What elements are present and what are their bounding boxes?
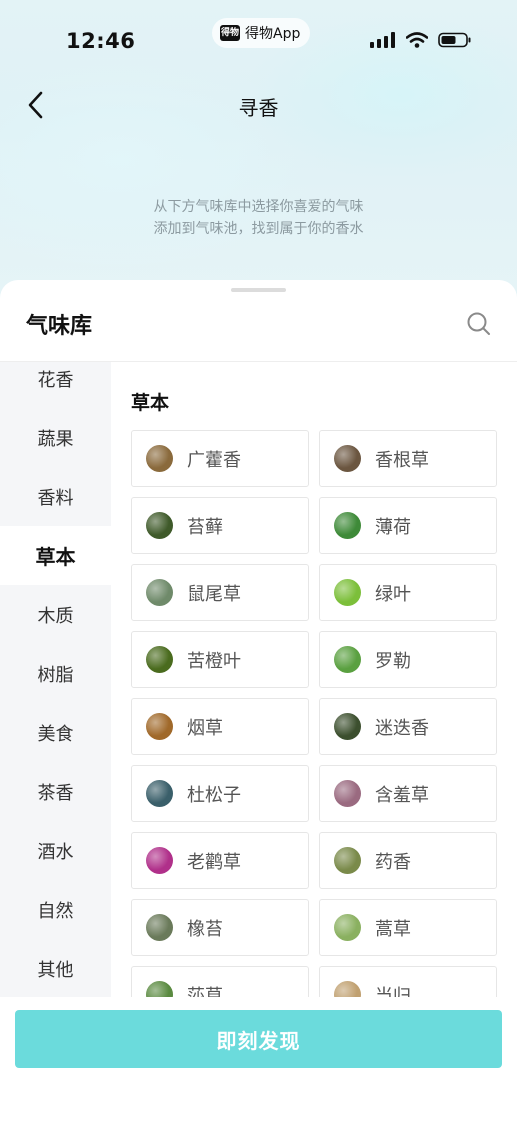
status-time: 12:46 (66, 29, 136, 53)
scent-thumbnail (334, 847, 361, 874)
app-logo-icon: 得物 (220, 25, 240, 41)
scent-thumbnail (334, 981, 361, 997)
scent-thumbnail (146, 847, 173, 874)
scent-label: 老鹳草 (187, 851, 241, 873)
scent-thumbnail (334, 445, 361, 472)
scent-tile[interactable]: 薄荷 (319, 497, 497, 554)
scent-thumbnail (146, 914, 173, 941)
category-sidebar: 花香 蔬果 香料 草本 木质 树脂 美食 茶香 酒水 自然 其他 (0, 362, 111, 997)
scent-tile[interactable]: 老鹳草 (131, 832, 309, 889)
section-title: 草本 (131, 392, 170, 414)
sheet-header: 气味库 (0, 280, 517, 362)
scent-thumbnail (146, 646, 173, 673)
scent-label: 苔藓 (187, 516, 223, 538)
scent-label: 罗勒 (375, 650, 411, 672)
status-bar: 12:46 得物 得物App (0, 0, 517, 80)
scent-tile[interactable]: 含羞草 (319, 765, 497, 822)
scent-tile[interactable]: 当归 (319, 966, 497, 997)
scent-thumbnail (146, 445, 173, 472)
scent-tile[interactable]: 绿叶 (319, 564, 497, 621)
scent-thumbnail (334, 914, 361, 941)
scent-label: 鼠尾草 (187, 583, 241, 605)
scent-thumbnail (334, 512, 361, 539)
scent-thumbnail (334, 646, 361, 673)
search-button[interactable] (465, 310, 493, 338)
scent-thumbnail (334, 579, 361, 606)
scent-thumbnail (334, 780, 361, 807)
category-item[interactable]: 美食 (0, 703, 111, 762)
scent-library-sheet: 气味库 花香 蔬果 香料 草本 木质 树脂 美食 茶香 酒水 自然 其他 草本 广藿香 香根草 苔藓 薄荷… (0, 280, 517, 1124)
scent-thumbnail (146, 780, 173, 807)
wifi-icon (406, 32, 428, 48)
scent-tile[interactable]: 杜松子 (131, 765, 309, 822)
scent-label: 药香 (375, 851, 411, 873)
scent-tile[interactable]: 橡苔 (131, 899, 309, 956)
scent-tile[interactable]: 烟草 (131, 698, 309, 755)
library-title: 气味库 (26, 314, 93, 339)
scent-tile[interactable]: 罗勒 (319, 631, 497, 688)
scent-label: 含羞草 (375, 784, 429, 806)
scent-label: 绿叶 (375, 583, 411, 605)
category-item[interactable]: 酒水 (0, 821, 111, 880)
scent-tile[interactable]: 蒿草 (319, 899, 497, 956)
scent-tile[interactable]: 鼠尾草 (131, 564, 309, 621)
page-title: 寻香 (238, 96, 279, 120)
scent-thumbnail (146, 579, 173, 606)
status-icons (370, 32, 472, 48)
search-icon (467, 312, 490, 335)
category-item[interactable]: 木质 (0, 585, 111, 644)
app-badge[interactable]: 得物 得物App (212, 18, 311, 48)
category-item[interactable]: 其他 (0, 939, 111, 997)
scent-label: 广藿香 (187, 449, 241, 471)
scent-label: 杜松子 (187, 784, 241, 806)
scent-tile[interactable]: 莎草 (131, 966, 309, 997)
category-item[interactable]: 自然 (0, 880, 111, 939)
scent-label: 烟草 (187, 717, 223, 739)
scent-tile[interactable]: 迷迭香 (319, 698, 497, 755)
category-item[interactable]: 茶香 (0, 762, 111, 821)
scent-label: 橡苔 (187, 918, 223, 940)
category-item[interactable]: 草本 (0, 526, 111, 585)
scent-label: 薄荷 (375, 516, 411, 538)
battery-icon (438, 32, 471, 48)
category-item[interactable]: 花香 (0, 362, 111, 408)
category-item[interactable]: 香料 (0, 467, 111, 526)
discover-button[interactable]: 即刻发现 (15, 1010, 502, 1068)
scent-label: 莎草 (187, 985, 223, 998)
app-badge-label: 得物App (245, 26, 301, 42)
scent-label: 香根草 (375, 449, 429, 471)
scent-tile[interactable]: 苔藓 (131, 497, 309, 554)
scent-tile[interactable]: 药香 (319, 832, 497, 889)
scent-thumbnail (146, 512, 173, 539)
category-item[interactable]: 树脂 (0, 644, 111, 703)
scent-tile[interactable]: 广藿香 (131, 430, 309, 487)
hint-text: 从下方气味库中选择你喜爱的气味 添加到气味池，找到属于你的香水 (0, 196, 517, 240)
hint-line-2: 添加到气味池，找到属于你的香水 (153, 221, 364, 237)
hint-line-1: 从下方气味库中选择你喜爱的气味 (153, 199, 364, 215)
scent-thumbnail (146, 713, 173, 740)
scent-grid-panel: 草本 广藿香 香根草苔藓 薄荷鼠尾草 绿叶苦橙叶 罗勒烟草 迷迭香杜松子 含羞草老鹳草 药香橡… (111, 362, 517, 997)
signal-icon (370, 32, 395, 48)
scent-tile[interactable]: 苦橙叶 (131, 631, 309, 688)
nav-bar: 寻香 (0, 80, 517, 130)
scent-label: 当归 (375, 985, 411, 998)
scent-label: 迷迭香 (375, 717, 429, 739)
scent-thumbnail (334, 713, 361, 740)
scent-thumbnail (146, 981, 173, 997)
scent-label: 苦橙叶 (187, 650, 241, 672)
scent-label: 蒿草 (375, 918, 411, 940)
category-item[interactable]: 蔬果 (0, 408, 111, 467)
scent-tile[interactable]: 香根草 (319, 430, 497, 487)
